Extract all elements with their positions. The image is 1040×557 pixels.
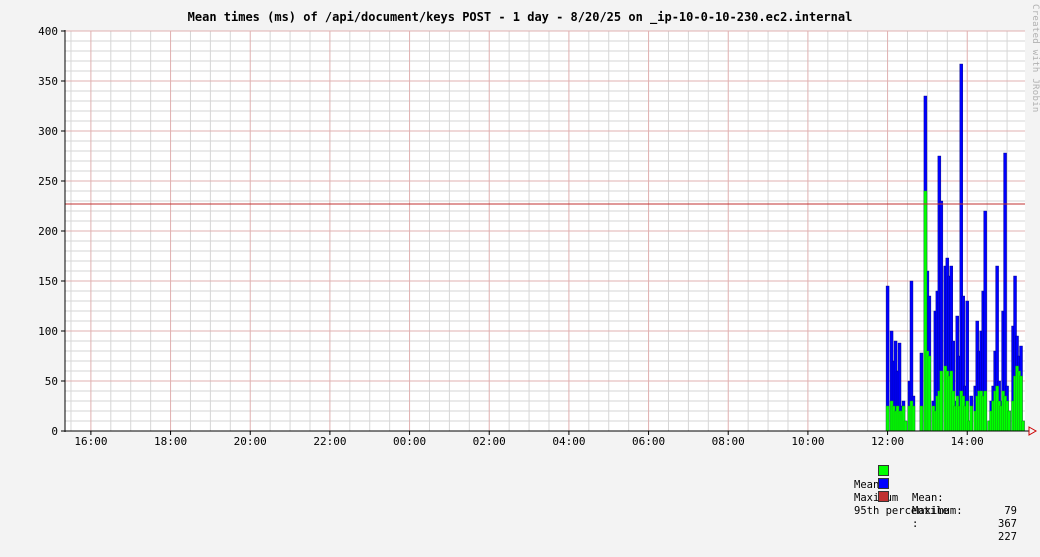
legend-value: 367 <box>998 518 1017 530</box>
x-tick-label: 06:00 <box>632 435 665 448</box>
legend-value: 79 <box>1004 505 1017 517</box>
x-tick-label: 00:00 <box>393 435 426 448</box>
y-tick-label: 250 <box>38 175 58 188</box>
mean-bar <box>969 405 973 432</box>
legend-stat: : <box>912 518 919 530</box>
mean-bar <box>885 405 890 432</box>
y-tick-label: 300 <box>38 125 58 138</box>
legend-item-maximum: Maximum Maximum: 367 <box>840 465 1030 530</box>
legend-value: 227 <box>998 531 1017 543</box>
mean-bar <box>1021 420 1025 432</box>
y-tick-label: 350 <box>38 75 58 88</box>
x-tick-label: 20:00 <box>234 435 267 448</box>
mean-bar <box>903 420 908 432</box>
y-tick-label: 50 <box>45 375 58 388</box>
x-tick-label: 16:00 <box>74 435 107 448</box>
y-tick-labels: 0 50 100 150 200 250 300 350 400 <box>38 25 58 438</box>
percentile-swatch <box>877 491 889 502</box>
y-tick-label: 100 <box>38 325 58 338</box>
chart-frame: Mean times (ms) of /api/document/keys PO… <box>0 0 1040 543</box>
x-tick-label: 12:00 <box>871 435 904 448</box>
chart-canvas: 0 50 100 150 200 250 300 350 400 16:00 18:00 20:00… <box>38 25 1038 448</box>
x-tick-label: 08:00 <box>712 435 745 448</box>
mean-bar <box>1007 410 1011 432</box>
x-tick-label: 22:00 <box>313 435 346 448</box>
y-tick-label: 0 <box>51 425 58 438</box>
x-tick-label: 10:00 <box>791 435 824 448</box>
mean-bar <box>911 405 916 432</box>
mean-bar <box>983 390 987 432</box>
x-tick-label: 18:00 <box>154 435 187 448</box>
mean-bar <box>919 405 924 432</box>
mean-bar <box>939 370 944 432</box>
x-tick-labels: 16:00 18:00 20:00 22:00 00:00 02:00 04:00 06:00… <box>74 435 983 448</box>
legend: Mean Mean: 79 Maximum Maximum: 367 95th … <box>840 452 1030 543</box>
legend-item-percentile: 95th percentile : 227 <box>840 478 1030 543</box>
y-tick-label: 400 <box>38 25 58 38</box>
x-tick-label: 14:00 <box>951 435 984 448</box>
y-tick-label: 150 <box>38 275 58 288</box>
mean-bar <box>927 355 932 432</box>
legend-label: 95th percentile <box>854 505 949 517</box>
y-tick-label: 200 <box>38 225 58 238</box>
legend-item-mean: Mean Mean: 79 <box>840 452 1030 517</box>
x-tick-label: 04:00 <box>552 435 585 448</box>
x-axis-arrow <box>1028 426 1038 436</box>
x-tick-label: 02:00 <box>473 435 506 448</box>
